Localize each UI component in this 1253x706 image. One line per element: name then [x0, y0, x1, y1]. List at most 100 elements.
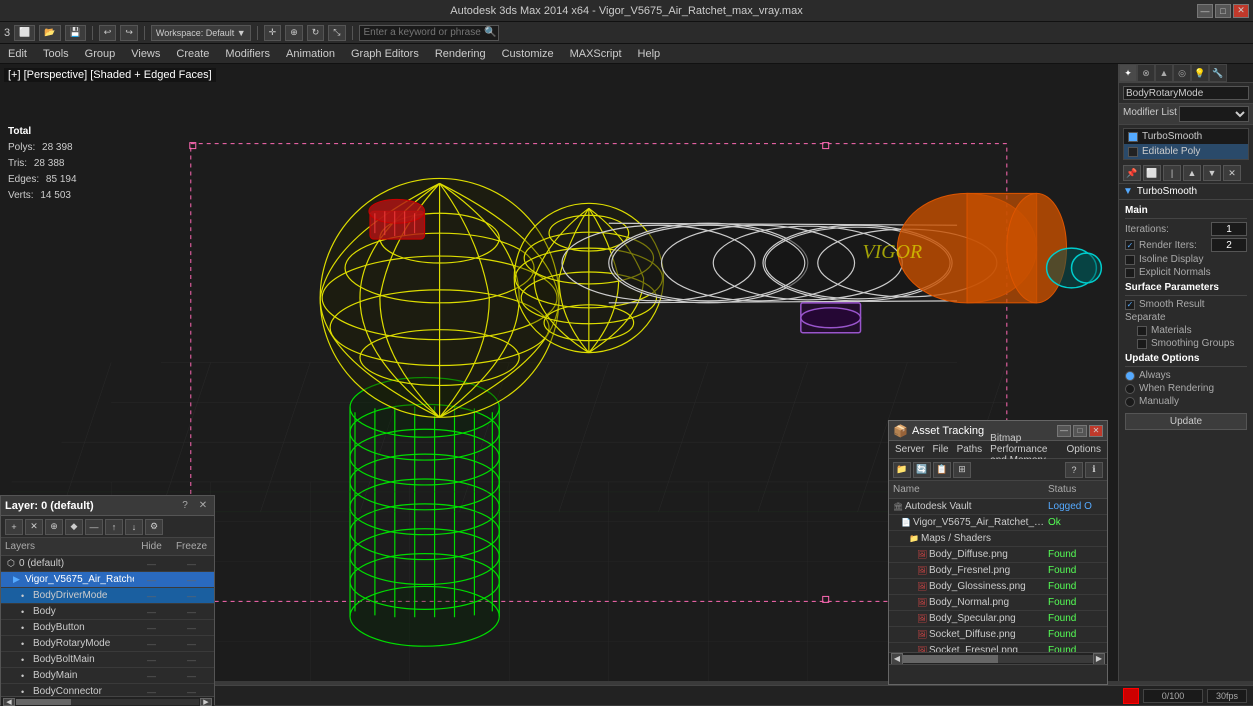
- menu-edit[interactable]: Edit: [4, 47, 31, 61]
- at-scroll-left[interactable]: ◀: [891, 653, 903, 665]
- at-row-body-normal[interactable]: 🖼 Body_Normal.png Found: [889, 595, 1107, 611]
- at-row-body-diffuse[interactable]: 🖼 Body_Diffuse.png Found: [889, 547, 1107, 563]
- at-btn-2[interactable]: 🔄: [913, 462, 931, 478]
- manually-radio[interactable]: [1125, 397, 1135, 407]
- at-row-maps[interactable]: 📁 Maps / Shaders: [889, 531, 1107, 547]
- scroll-left-btn[interactable]: ◀: [3, 698, 15, 706]
- toolbar-scale[interactable]: ⤡: [328, 25, 345, 41]
- layer-row-default[interactable]: ⬡ 0 (default) — —: [1, 556, 214, 572]
- at-row-body-glossiness[interactable]: 🖼 Body_Glossiness.png Found: [889, 579, 1107, 595]
- scroll-right-btn[interactable]: ▶: [200, 698, 212, 706]
- render-iters-input[interactable]: [1211, 238, 1247, 252]
- smoothing-groups-check[interactable]: [1137, 339, 1147, 349]
- at-row-socket-fresnel[interactable]: 🖼 Socket_Fresnel.png Found: [889, 643, 1107, 652]
- minimize-button[interactable]: —: [1197, 4, 1213, 18]
- close-button[interactable]: ✕: [1233, 4, 1249, 18]
- menu-views[interactable]: Views: [127, 47, 164, 61]
- status-anim-btn[interactable]: [1123, 688, 1139, 704]
- at-row-body-specular[interactable]: 🖼 Body_Specular.png Found: [889, 611, 1107, 627]
- render-iters-check[interactable]: ✓: [1125, 240, 1135, 250]
- search-button[interactable]: 🔍: [484, 27, 496, 38]
- materials-check[interactable]: [1137, 326, 1147, 336]
- modifier-dropdown[interactable]: [1179, 106, 1249, 122]
- toolbar-undo[interactable]: ↩: [99, 25, 117, 41]
- isoline-check[interactable]: [1125, 255, 1135, 265]
- menu-maxscript[interactable]: MAXScript: [566, 47, 626, 61]
- layer-row-bodyconnector[interactable]: • BodyConnector — —: [1, 684, 214, 696]
- menu-tools[interactable]: Tools: [39, 47, 73, 61]
- asset-tracking-scrollbar[interactable]: ◀ ▶: [889, 652, 1107, 664]
- when-rendering-radio[interactable]: [1125, 384, 1135, 394]
- explicit-normals-check[interactable]: [1125, 268, 1135, 278]
- at-row-socket-diffuse[interactable]: 🖼 Socket_Diffuse.png Found: [889, 627, 1107, 643]
- object-name-field[interactable]: BodyRotaryMode: [1123, 86, 1249, 100]
- search-input[interactable]: [359, 25, 499, 41]
- layer-row-bodyrotarymode[interactable]: • BodyRotaryMode — —: [1, 636, 214, 652]
- at-help-btn[interactable]: ?: [1065, 462, 1083, 478]
- at-btn-1[interactable]: 📁: [893, 462, 911, 478]
- modifier-editable-poly[interactable]: Editable Poly: [1124, 144, 1248, 159]
- layer-row-bodydrivermode[interactable]: • BodyDriverMode — —: [1, 588, 214, 604]
- layer-new-btn[interactable]: +: [5, 519, 23, 535]
- at-row-vault[interactable]: 🏛 Autodesk Vault Logged O: [889, 499, 1107, 515]
- tab-utilities[interactable]: 🔧: [1209, 64, 1227, 82]
- layer-delete-btn[interactable]: ✕: [25, 519, 43, 535]
- toolbar-move[interactable]: ⊕: [285, 25, 303, 41]
- toolbar-open[interactable]: 📂: [39, 25, 60, 41]
- move-up-icon[interactable]: ▲: [1183, 165, 1201, 181]
- menu-rendering[interactable]: Rendering: [431, 47, 490, 61]
- at-scroll-right[interactable]: ▶: [1093, 653, 1105, 665]
- layer-help-button[interactable]: ?: [178, 500, 192, 511]
- menu-animation[interactable]: Animation: [282, 47, 339, 61]
- layer-move-down-btn[interactable]: ↓: [125, 519, 143, 535]
- menu-customize[interactable]: Customize: [498, 47, 558, 61]
- menu-group[interactable]: Group: [81, 47, 120, 61]
- pin-icon[interactable]: 📌: [1123, 165, 1141, 181]
- toolbar-redo[interactable]: ↪: [120, 25, 138, 41]
- modifier-check-turbossmooth[interactable]: [1128, 132, 1138, 142]
- at-menu-options[interactable]: Options: [1067, 444, 1101, 455]
- at-row-body-fresnel[interactable]: 🖼 Body_Fresnel.png Found: [889, 563, 1107, 579]
- at-row-mainfile[interactable]: 📄 Vigor_V5675_Air_Ratchet_max_vray.max O…: [889, 515, 1107, 531]
- workspace-dropdown[interactable]: Workspace: Default ▼: [151, 25, 251, 41]
- at-btn-3[interactable]: 📋: [933, 462, 951, 478]
- at-menu-paths[interactable]: Paths: [957, 444, 983, 455]
- menu-help[interactable]: Help: [634, 47, 665, 61]
- iterations-input[interactable]: [1211, 222, 1247, 236]
- at-btn-4[interactable]: ⊞: [953, 462, 971, 478]
- layer-row-vigor[interactable]: ▶ Vigor_V5675_Air_Ratchet — —: [1, 572, 214, 588]
- at-scroll-track[interactable]: [903, 655, 1093, 663]
- tab-motion[interactable]: ◎: [1173, 64, 1191, 82]
- modifier-turbossmooth[interactable]: TurboSmooth: [1124, 129, 1248, 144]
- layer-row-body[interactable]: • Body — —: [1, 604, 214, 620]
- delete-modifier-icon[interactable]: ✕: [1223, 165, 1241, 181]
- toolbar-rotate[interactable]: ↻: [307, 25, 325, 41]
- layer-move-up-btn[interactable]: ↑: [105, 519, 123, 535]
- toolbar-save[interactable]: 💾: [65, 25, 86, 41]
- menu-modifiers[interactable]: Modifiers: [221, 47, 274, 61]
- toolbar-new[interactable]: ⬜: [14, 25, 35, 41]
- tab-display[interactable]: 💡: [1191, 64, 1209, 82]
- modifier-check-editable-poly[interactable]: [1128, 147, 1138, 157]
- at-info-btn[interactable]: ℹ: [1085, 462, 1103, 478]
- tab-hierarchy[interactable]: ▲: [1155, 64, 1173, 82]
- tube-icon[interactable]: ⬜: [1143, 165, 1161, 181]
- at-close-btn[interactable]: ✕: [1089, 425, 1103, 437]
- toolbar-select[interactable]: ✛: [264, 25, 282, 41]
- at-maximize-btn[interactable]: □: [1073, 425, 1087, 437]
- layer-select-btn[interactable]: ◆: [65, 519, 83, 535]
- menu-graph-editors[interactable]: Graph Editors: [347, 47, 423, 61]
- layer-close-button[interactable]: ✕: [196, 500, 210, 511]
- always-radio[interactable]: [1125, 371, 1135, 381]
- layer-row-bodymain[interactable]: • BodyMain — —: [1, 668, 214, 684]
- update-button[interactable]: Update: [1125, 413, 1247, 430]
- move-down-icon[interactable]: ▼: [1203, 165, 1221, 181]
- tab-create[interactable]: ✦: [1119, 64, 1137, 82]
- layer-add-btn[interactable]: ⊕: [45, 519, 63, 535]
- menu-create[interactable]: Create: [172, 47, 213, 61]
- layer-row-bodybutton[interactable]: • BodyButton — —: [1, 620, 214, 636]
- smooth-result-check[interactable]: ✓: [1125, 300, 1135, 310]
- at-minimize-btn[interactable]: —: [1057, 425, 1071, 437]
- layer-highlight-btn[interactable]: —: [85, 519, 103, 535]
- maximize-button[interactable]: □: [1215, 4, 1231, 18]
